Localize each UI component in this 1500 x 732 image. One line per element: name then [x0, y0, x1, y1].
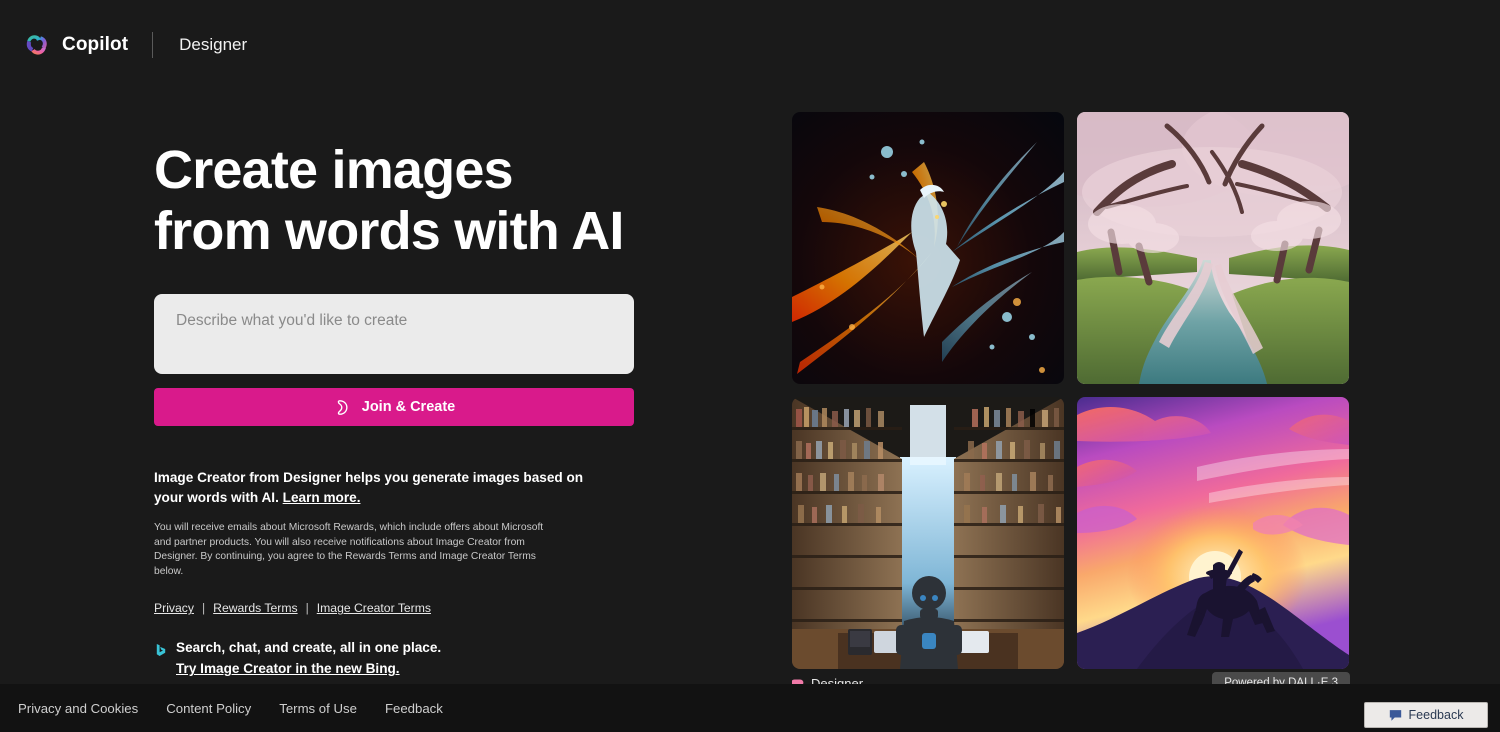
image-creator-landing-page: Copilot Designer Create images from word…: [0, 0, 1500, 732]
footer-bar: Privacy and Cookies Content Policy Terms…: [0, 684, 1500, 732]
hero-column: Create images from words with AI Join & …: [154, 140, 644, 679]
bing-promo-text: Search, chat, and create, all in one pla…: [176, 637, 441, 679]
rewards-terms-link[interactable]: Rewards Terms: [213, 601, 297, 615]
gallery-tile-phoenix-fire-ice[interactable]: [792, 112, 1064, 384]
try-image-creator-bing-link[interactable]: Try Image Creator in the new Bing.: [176, 661, 400, 676]
designer-logo-icon: [333, 398, 352, 417]
product-description-text: Image Creator from Designer helps you ge…: [154, 470, 584, 505]
sample-image-gallery: [792, 112, 1350, 669]
brand-divider: [152, 32, 154, 58]
gallery-tile-cherry-blossom-river[interactable]: [1077, 112, 1349, 384]
learn-more-link[interactable]: Learn more.: [283, 490, 361, 505]
feedback-widget-label: Feedback: [1408, 708, 1464, 722]
image-creator-terms-link[interactable]: Image Creator Terms: [317, 601, 431, 615]
legal-fine-print: You will receive emails about Microsoft …: [154, 522, 544, 577]
legal-separator-1: |: [201, 601, 206, 616]
footer-link-privacy-and-cookies[interactable]: Privacy and Cookies: [18, 701, 138, 716]
page-title: Create images from words with AI: [154, 140, 624, 261]
join-and-create-label: Join & Create: [361, 399, 456, 415]
feedback-widget-button[interactable]: Feedback: [1364, 702, 1488, 728]
footer-link-terms-of-use[interactable]: Terms of Use: [279, 701, 357, 716]
brand-name: Copilot: [62, 34, 129, 55]
bing-promo: Search, chat, and create, all in one pla…: [154, 637, 644, 679]
product-description: Image Creator from Designer helps you ge…: [154, 468, 614, 507]
product-name: Designer: [179, 35, 248, 54]
prompt-input[interactable]: [154, 294, 634, 374]
speech-bubble-icon: [1389, 709, 1402, 721]
footer-link-content-policy[interactable]: Content Policy: [166, 701, 251, 716]
top-bar: Copilot Designer: [0, 0, 1500, 90]
gallery-tile-robot-library[interactable]: [792, 397, 1064, 669]
footer-link-feedback[interactable]: Feedback: [385, 701, 443, 716]
legal-links-row: Privacy | Rewards Terms | Image Creator …: [154, 601, 644, 615]
copilot-logo-icon: [24, 32, 50, 58]
bing-logo-icon: [154, 640, 168, 657]
privacy-link[interactable]: Privacy: [154, 601, 194, 615]
join-and-create-button[interactable]: Join & Create: [154, 388, 634, 426]
bing-promo-line-1: Search, chat, and create, all in one pla…: [176, 640, 442, 656]
brand-area[interactable]: Copilot Designer: [24, 32, 247, 58]
gallery-tile-cowboy-sunset[interactable]: [1077, 397, 1349, 669]
legal-separator-2: |: [305, 601, 309, 616]
